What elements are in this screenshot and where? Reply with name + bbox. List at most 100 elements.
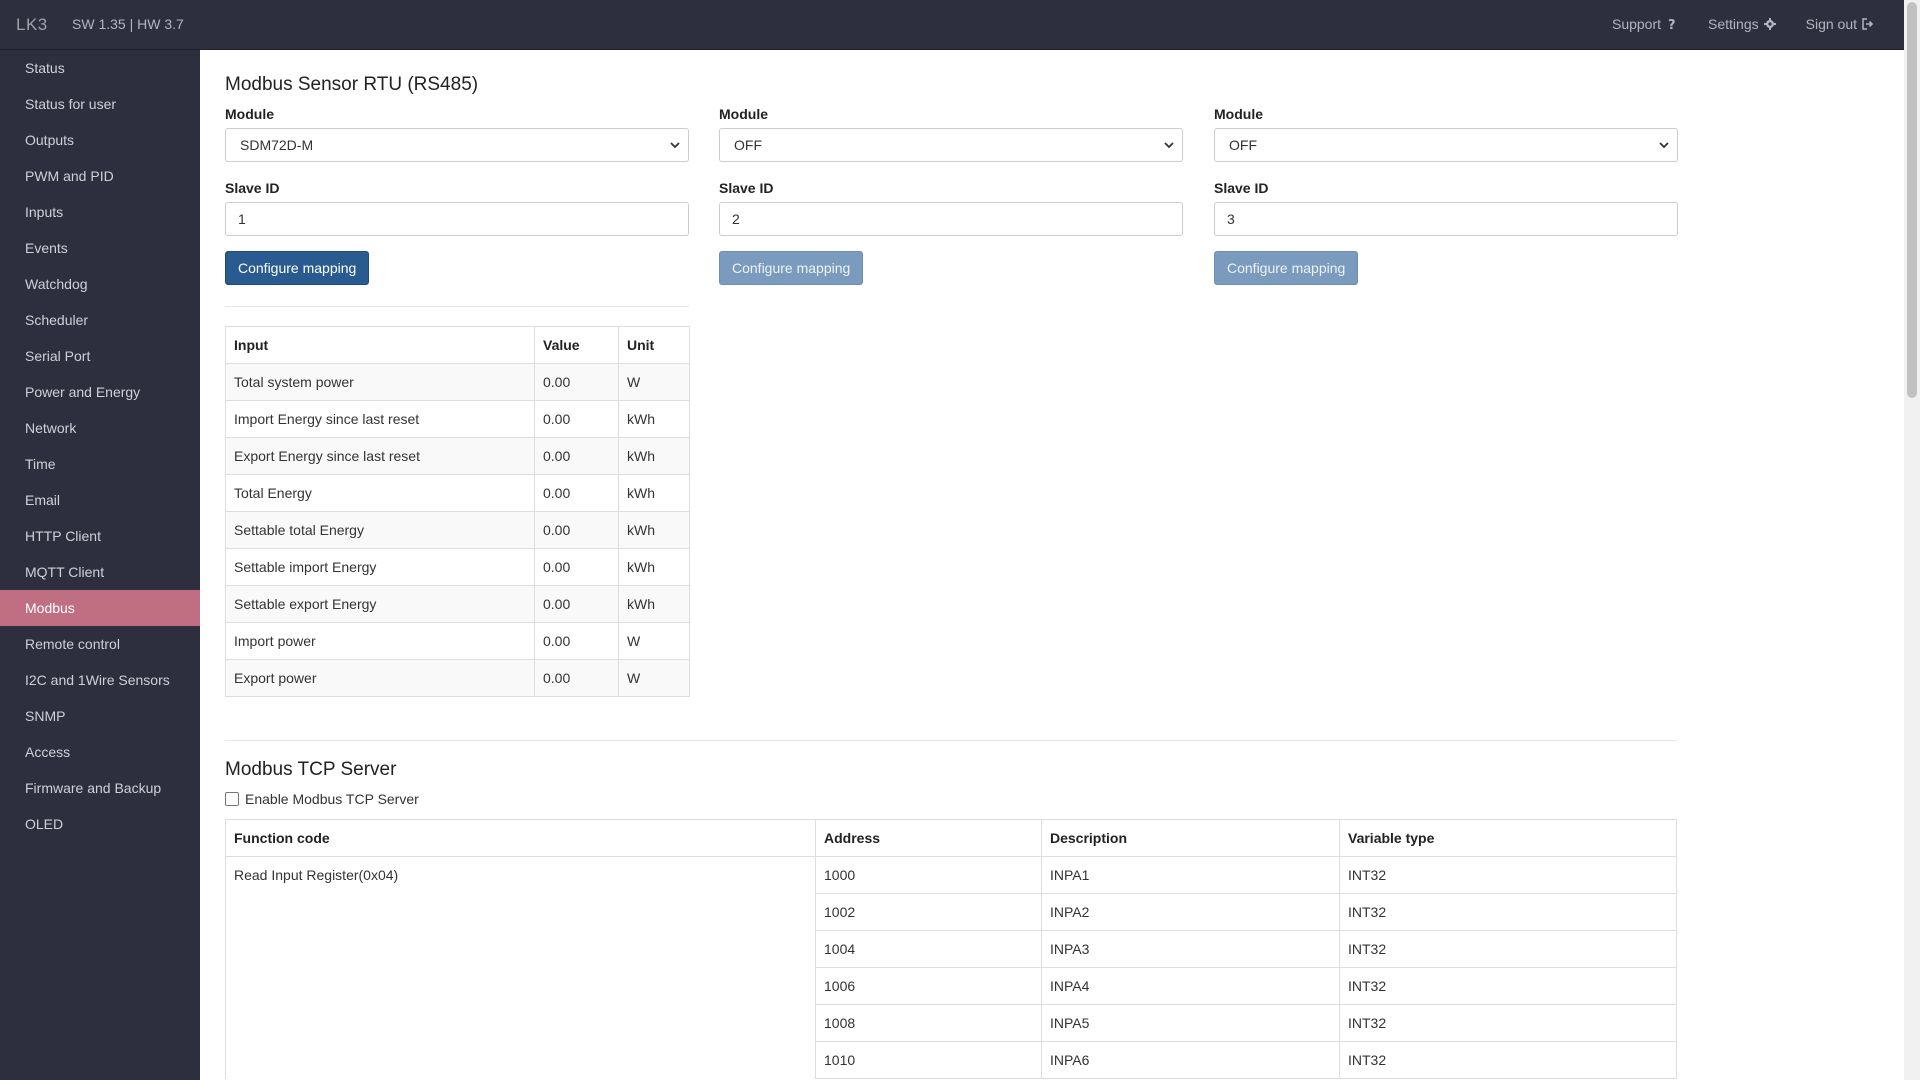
module-label: Module bbox=[225, 106, 274, 122]
variable-type-cell: INT32 bbox=[1339, 1004, 1677, 1042]
table-header-row: Function code Address Description Variab… bbox=[225, 819, 1677, 857]
table-row: Settable export Energy 0.00 kWh bbox=[225, 585, 690, 623]
table-row: Total system power 0.00 W bbox=[225, 363, 690, 401]
unit-cell: W bbox=[618, 659, 690, 697]
sidebar-item-snmp[interactable]: SNMP bbox=[0, 698, 200, 734]
module-label: Module bbox=[719, 106, 768, 122]
brand-logo[interactable]: LK3 bbox=[16, 15, 48, 35]
table-row: Total Energy 0.00 kWh bbox=[225, 474, 690, 512]
sidebar-item-email[interactable]: Email bbox=[0, 482, 200, 518]
sidebar-item-time[interactable]: Time bbox=[0, 446, 200, 482]
input-cell: Export Energy since last reset bbox=[225, 437, 535, 475]
value-cell: 0.00 bbox=[534, 363, 619, 401]
sign-out-icon bbox=[1862, 18, 1874, 30]
table-header-row: Input Value Unit bbox=[225, 326, 690, 364]
configure-mapping-button-3[interactable]: Configure mapping bbox=[1214, 251, 1359, 285]
slave-id-label: Slave ID bbox=[719, 180, 774, 196]
chevron-down-icon bbox=[1659, 142, 1669, 149]
function-code-cell: Read Input Register(0x04) bbox=[225, 856, 816, 1079]
sidebar-item-modbus[interactable]: Modbus bbox=[0, 590, 200, 626]
module-select-1[interactable]: SDM72D-M bbox=[225, 128, 689, 162]
variable-type-cell: INT32 bbox=[1339, 856, 1677, 894]
column-header-description: Description bbox=[1041, 819, 1340, 857]
module-select-3[interactable]: OFF bbox=[1214, 128, 1678, 162]
sidebar-item-status[interactable]: Status bbox=[0, 50, 200, 86]
main-content: Modbus Sensor RTU (RS485) Module SDM72D-… bbox=[200, 50, 1904, 1080]
module-select-2[interactable]: OFF bbox=[719, 128, 1183, 162]
value-cell: 0.00 bbox=[534, 585, 619, 623]
sidebar-item-oled[interactable]: OLED bbox=[0, 806, 200, 842]
value-cell: 0.00 bbox=[534, 474, 619, 512]
module-label: Module bbox=[1214, 106, 1263, 122]
sidebar-item-i2c-1wire-sensors[interactable]: I2C and 1Wire Sensors bbox=[0, 662, 200, 698]
navbar-right-links: Support ? Settings Sign out bbox=[1612, 16, 1874, 32]
settings-link[interactable]: Settings bbox=[1708, 16, 1776, 32]
sidebar-item-events[interactable]: Events bbox=[0, 230, 200, 266]
support-link[interactable]: Support ? bbox=[1612, 16, 1678, 32]
top-navbar: LK3 SW 1.35 | HW 3.7 Support ? Settings … bbox=[0, 0, 1920, 50]
input-cell: Settable export Energy bbox=[225, 585, 535, 623]
slave-id-label: Slave ID bbox=[1214, 180, 1269, 196]
input-cell: Total Energy bbox=[225, 474, 535, 512]
value-cell: 0.00 bbox=[534, 511, 619, 549]
unit-cell: kWh bbox=[618, 437, 690, 475]
enable-tcp-server-checkbox[interactable] bbox=[225, 792, 239, 806]
scrollbar-thumb[interactable] bbox=[1907, 2, 1917, 398]
sidebar-item-mqtt-client[interactable]: MQTT Client bbox=[0, 554, 200, 590]
sidebar-item-remote-control[interactable]: Remote control bbox=[0, 626, 200, 662]
slave-id-label: Slave ID bbox=[225, 180, 280, 196]
rtu-column-2: Module OFF Slave ID Configure mapping bbox=[719, 106, 1183, 285]
address-cell: 1006 bbox=[815, 967, 1042, 1005]
sidebar-item-outputs[interactable]: Outputs bbox=[0, 122, 200, 158]
value-cell: 0.00 bbox=[534, 659, 619, 697]
configure-mapping-button-1[interactable]: Configure mapping bbox=[225, 251, 370, 285]
sidebar-item-serial-port[interactable]: Serial Port bbox=[0, 338, 200, 374]
chevron-down-icon bbox=[1164, 142, 1174, 149]
support-label: Support bbox=[1611, 16, 1662, 32]
address-cell: 1010 bbox=[815, 1041, 1042, 1079]
enable-tcp-server-label: Enable Modbus TCP Server bbox=[245, 791, 419, 807]
module-select-value: OFF bbox=[734, 137, 762, 153]
sidebar-item-http-client[interactable]: HTTP Client bbox=[0, 518, 200, 554]
column-header-value: Value bbox=[534, 326, 619, 364]
sidebar-item-network[interactable]: Network bbox=[0, 410, 200, 446]
input-cell: Settable total Energy bbox=[225, 511, 535, 549]
rtu-column-1: Module SDM72D-M Slave ID Configure mappi… bbox=[225, 106, 689, 285]
sidebar-item-power-and-energy[interactable]: Power and Energy bbox=[0, 374, 200, 410]
sidebar-item-firmware-and-backup[interactable]: Firmware and Backup bbox=[0, 770, 200, 806]
description-cell: INPA2 bbox=[1041, 893, 1340, 931]
rtu-section-title: Modbus Sensor RTU (RS485) bbox=[225, 74, 479, 95]
input-cell: Settable import Energy bbox=[225, 548, 535, 586]
column-header-address: Address bbox=[815, 819, 1042, 857]
configure-mapping-button-2[interactable]: Configure mapping bbox=[719, 251, 864, 285]
unit-cell: kWh bbox=[618, 585, 690, 623]
column-header-unit: Unit bbox=[618, 326, 690, 364]
sidebar-item-status-for-user[interactable]: Status for user bbox=[0, 86, 200, 122]
tcp-register-table: Function code Address Description Variab… bbox=[225, 819, 1677, 1079]
description-cell: INPA6 bbox=[1041, 1041, 1340, 1079]
divider bbox=[225, 306, 689, 307]
tcp-section-title: Modbus TCP Server bbox=[225, 759, 397, 780]
description-cell: INPA3 bbox=[1041, 930, 1340, 968]
signout-link[interactable]: Sign out bbox=[1806, 16, 1874, 32]
sidebar-item-inputs[interactable]: Inputs bbox=[0, 194, 200, 230]
version-info: SW 1.35 | HW 3.7 bbox=[72, 16, 184, 32]
enable-tcp-server-option[interactable]: Enable Modbus TCP Server bbox=[225, 791, 419, 807]
table-row: Settable import Energy 0.00 kWh bbox=[225, 548, 690, 586]
module-select-value: OFF bbox=[1229, 137, 1257, 153]
rtu-column-3: Module OFF Slave ID Configure mapping bbox=[1214, 106, 1678, 285]
variable-type-cell: INT32 bbox=[1339, 893, 1677, 931]
module-select-value: SDM72D-M bbox=[240, 137, 314, 153]
input-cell: Import power bbox=[225, 622, 535, 660]
slave-id-input-2[interactable] bbox=[719, 202, 1183, 236]
address-cell: 1000 bbox=[815, 856, 1042, 894]
page-scrollbar[interactable] bbox=[1904, 0, 1920, 1080]
slave-id-input-3[interactable] bbox=[1214, 202, 1678, 236]
slave-id-input-1[interactable] bbox=[225, 202, 689, 236]
sidebar-item-scheduler[interactable]: Scheduler bbox=[0, 302, 200, 338]
variable-type-cell: INT32 bbox=[1339, 967, 1677, 1005]
sidebar-item-access[interactable]: Access bbox=[0, 734, 200, 770]
sidebar-item-pwm-and-pid[interactable]: PWM and PID bbox=[0, 158, 200, 194]
description-cell: INPA4 bbox=[1041, 967, 1340, 1005]
sidebar-item-watchdog[interactable]: Watchdog bbox=[0, 266, 200, 302]
